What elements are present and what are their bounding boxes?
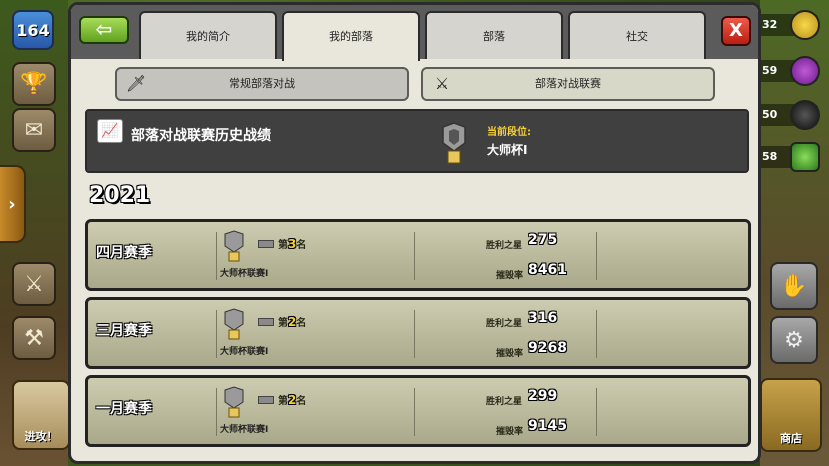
season-name: 一月赛季 xyxy=(96,401,152,417)
subtab-regular-war[interactable]: 🗡 常规部落对战 xyxy=(115,67,409,101)
destruction-label: 摧毁率 xyxy=(496,349,524,359)
divider xyxy=(414,310,415,358)
season-rank: 第2名 xyxy=(278,393,307,407)
side-panel-toggle[interactable]: › xyxy=(0,165,26,243)
league-history-header: 📈 部落对战联赛历史战绩 当前段位: 大师杯I xyxy=(85,109,749,173)
divider xyxy=(216,310,217,358)
destruction-value: 8461 xyxy=(528,262,567,278)
tab-my-profile[interactable]: 我的简介 xyxy=(139,11,277,59)
mail-button[interactable]: ✉ xyxy=(12,108,56,152)
tab-social[interactable]: 社交 xyxy=(568,11,706,59)
subtab-regular-war-label: 常规部落对战 xyxy=(229,77,295,90)
destruction-value: 9145 xyxy=(528,418,567,434)
sword-icon: 🗡 xyxy=(125,74,147,93)
current-league-label: 当前段位: xyxy=(487,127,531,138)
stars-label: 胜利之星 xyxy=(486,397,523,407)
stars-value: 275 xyxy=(528,232,558,248)
destruction-label: 摧毁率 xyxy=(496,427,524,437)
divider xyxy=(596,310,597,358)
shop-button[interactable]: 商店 xyxy=(760,378,822,452)
season-row[interactable]: 一月赛季 第2名 大师杯联赛I 胜利之星 299 摧毁率 9145 xyxy=(85,375,751,447)
edit-layout-button[interactable]: ✋ xyxy=(770,262,818,310)
season-row[interactable]: 三月赛季 第2名 大师杯联赛I 胜利之星 316 摧毁率 9268 xyxy=(85,297,751,369)
rank-change-icon xyxy=(258,396,274,404)
season-name: 三月赛季 xyxy=(96,323,152,339)
tab-my-clan[interactable]: 我的部落 xyxy=(282,11,420,61)
shop-label: 商店 xyxy=(780,432,802,445)
current-league-value: 大师杯I xyxy=(487,143,528,157)
season-league: 大师杯联赛I xyxy=(220,347,269,357)
player-level-badge[interactable]: 164 xyxy=(12,10,54,50)
close-button[interactable]: X xyxy=(721,16,751,46)
master-league-icon xyxy=(224,230,244,262)
back-button[interactable]: ⇦ xyxy=(79,16,129,44)
back-arrow-icon: ⇦ xyxy=(95,17,113,41)
destruction-label: 摧毁率 xyxy=(496,271,524,281)
crossed-swords-icon: ⚔ xyxy=(434,74,450,93)
gear-icon: ⚙ xyxy=(784,327,804,353)
gold-icon xyxy=(790,10,820,40)
master-league-icon xyxy=(224,386,244,418)
chevron-right-icon: › xyxy=(8,193,16,215)
rank-change-icon xyxy=(258,318,274,326)
stars-label: 胜利之星 xyxy=(486,241,523,251)
stars-label: 胜利之星 xyxy=(486,319,523,329)
divider xyxy=(596,388,597,436)
year-heading: 2021 xyxy=(89,183,151,208)
history-title: 部落对战联赛历史战绩 xyxy=(131,128,271,144)
mail-icon: ✉ xyxy=(24,117,44,143)
attack-label: 进攻！ xyxy=(24,430,58,443)
trophy-button[interactable]: 🏆 xyxy=(12,62,56,106)
hand-icon: ✋ xyxy=(780,273,808,299)
tab-clans[interactable]: 部落 xyxy=(425,11,563,59)
builder-button[interactable]: ⚒ xyxy=(12,316,56,360)
rank-change-icon xyxy=(258,240,274,248)
elixir-icon xyxy=(790,56,820,86)
hammer-icon: ⚒ xyxy=(24,325,44,351)
subtab-war-league[interactable]: ⚔ 部落对战联赛 xyxy=(421,67,715,101)
season-league: 大师杯联赛I xyxy=(220,269,269,279)
stars-value: 316 xyxy=(528,310,558,326)
subtab-war-league-label: 部落对战联赛 xyxy=(535,77,601,90)
stars-value: 299 xyxy=(528,388,558,404)
divider xyxy=(414,232,415,280)
crossed-swords-icon: ⚔ xyxy=(24,271,44,297)
close-icon: X xyxy=(729,20,743,41)
master-league-icon xyxy=(224,308,244,340)
divider xyxy=(414,388,415,436)
divider xyxy=(596,232,597,280)
clan-war-league-panel: ⇦ 我的简介 我的部落 部落 社交 X 🗡 常规部落对战 ⚔ 部落对战联赛 📈 … xyxy=(68,2,761,464)
master-league-icon xyxy=(442,122,466,164)
divider xyxy=(216,388,217,436)
season-name: 四月赛季 xyxy=(96,245,152,261)
clan-war-button[interactable]: ⚔ xyxy=(12,262,56,306)
season-rank: 第2名 xyxy=(278,315,307,329)
gem-icon xyxy=(790,142,820,172)
divider xyxy=(216,232,217,280)
attack-button[interactable]: 进攻！ xyxy=(12,380,70,450)
season-row[interactable]: 四月赛季 第3名 大师杯联赛I 胜利之星 275 摧毁率 8461 xyxy=(85,219,751,291)
season-rank: 第3名 xyxy=(278,237,307,251)
trophy-icon: 🏆 xyxy=(20,71,48,97)
destruction-value: 9268 xyxy=(528,340,567,356)
season-league: 大师杯联赛I xyxy=(220,425,269,435)
settings-button[interactable]: ⚙ xyxy=(770,316,818,364)
tab-bar: ⇦ 我的简介 我的部落 部落 社交 X xyxy=(71,5,758,61)
chart-icon: 📈 xyxy=(97,119,123,143)
dark-elixir-icon xyxy=(790,100,820,130)
